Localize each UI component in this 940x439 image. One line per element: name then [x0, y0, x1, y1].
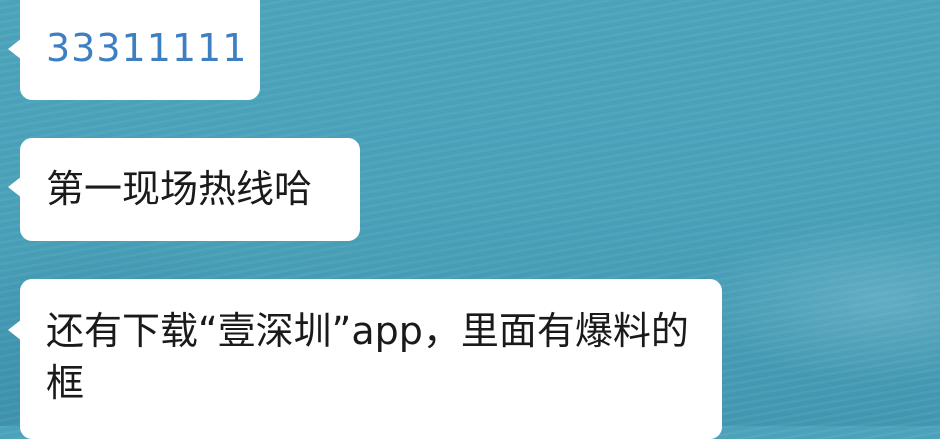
message-text: 还有下载“壹深圳”app，里面有爆料的框	[46, 309, 689, 405]
incoming-message-bubble[interactable]: 第一现场热线哈	[8, 138, 360, 241]
message-text: 第一现场热线哈	[46, 167, 313, 211]
incoming-message-bubble[interactable]: 还有下载“壹深圳”app，里面有爆料的框	[8, 279, 722, 439]
chat-message-list[interactable]: 33311111 第一现场热线哈 还有下载“壹深圳”app，里面有爆料的框	[0, 0, 940, 439]
phone-number-link[interactable]: 33311111	[46, 22, 247, 74]
incoming-message-bubble[interactable]: 33311111	[8, 0, 260, 100]
